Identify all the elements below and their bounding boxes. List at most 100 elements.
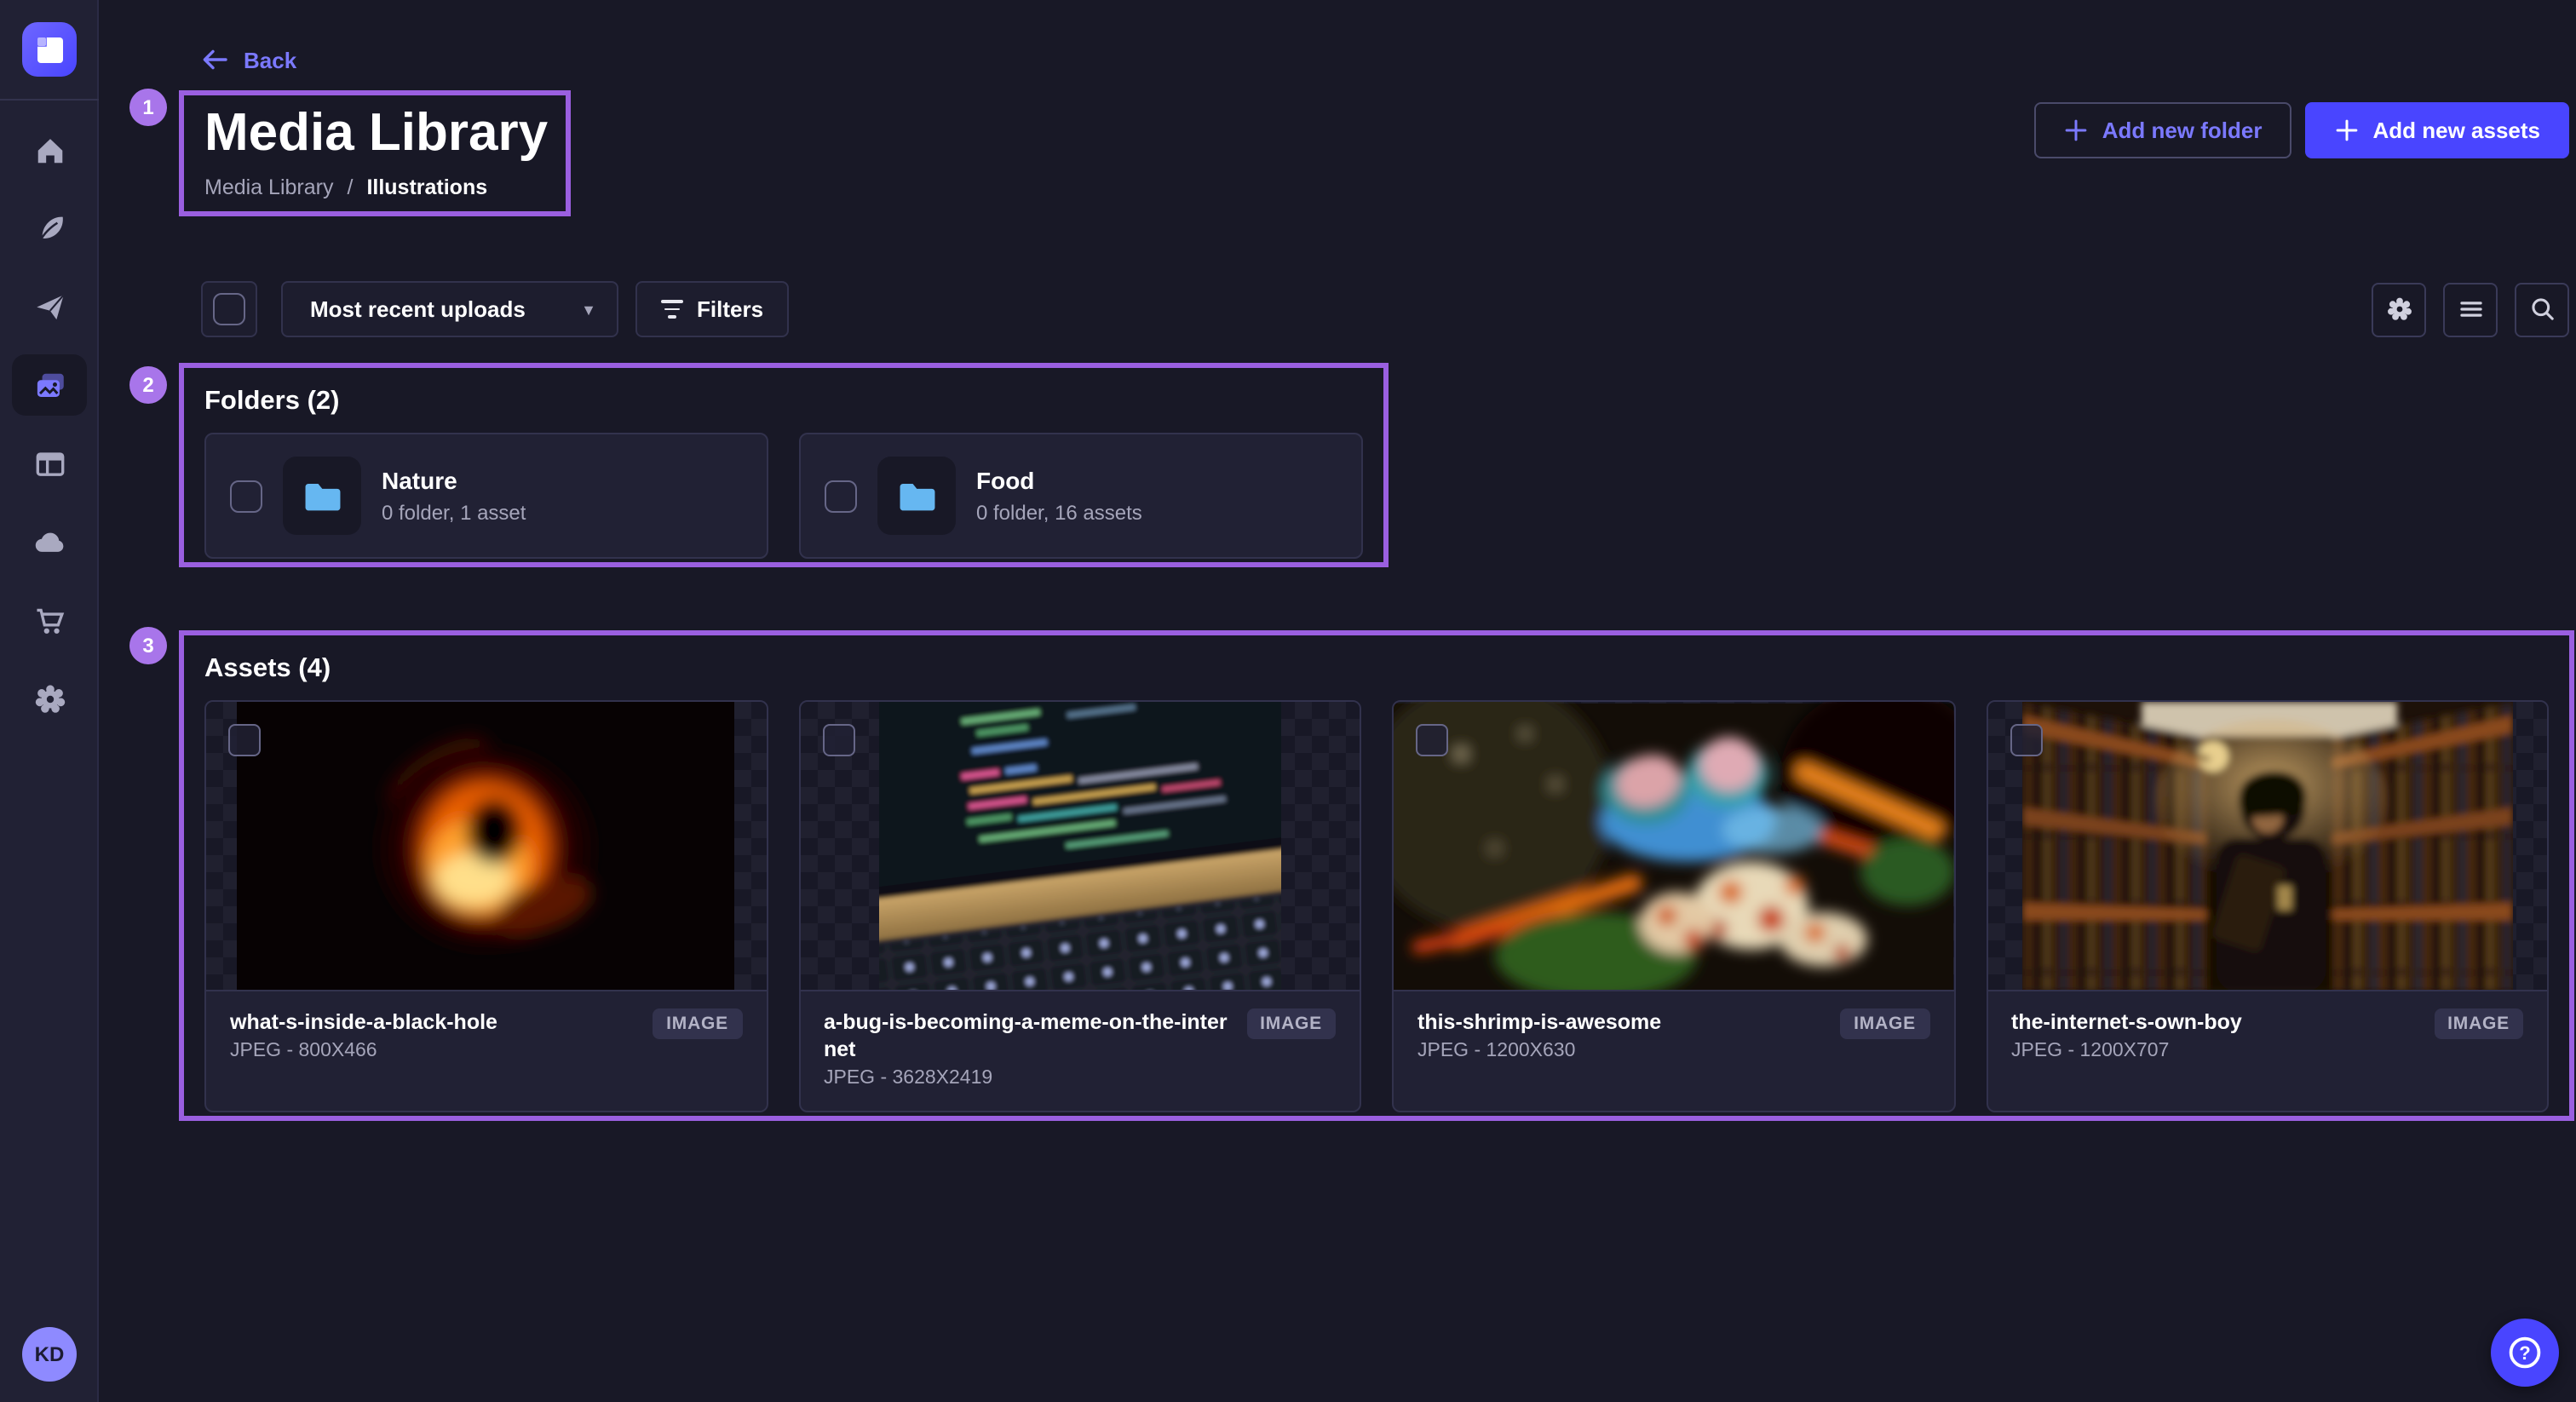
asset-settings-button[interactable]: [2372, 282, 2426, 336]
asset-meta: JPEG - 3628X2419: [824, 1068, 1229, 1089]
asset-checkbox[interactable]: [228, 724, 261, 756]
view-options: [2372, 282, 2569, 336]
toolbar: Most recent uploads ▼ Filters: [201, 281, 2569, 337]
asset-footer: this-shrimp-is-awesome JPEG - 1200X630 I…: [1394, 991, 1953, 1061]
folder-checkbox[interactable]: [230, 480, 262, 512]
asset-thumbnail-mantis-shrimp: [1394, 702, 1953, 991]
cart-icon: [32, 602, 67, 638]
sidebar-divider: [0, 99, 99, 101]
asset-checkbox[interactable]: [2010, 724, 2042, 756]
add-new-assets-button[interactable]: Add new assets: [2304, 102, 2569, 158]
folders-heading: Folders (2): [204, 387, 1363, 417]
filters-label: Filters: [697, 296, 763, 322]
asset-thumbnail-black-hole: [238, 702, 735, 991]
asset-meta: JPEG - 1200X707: [2011, 1041, 2417, 1061]
folder-name: Food: [976, 467, 1142, 494]
layout-icon: [32, 445, 67, 481]
annotation-box-title: Media Library Media Library / Illustrati…: [179, 90, 571, 216]
help-button[interactable]: ?: [2491, 1319, 2559, 1387]
folders-row: Nature 0 folder, 1 asset Food 0 folder, …: [204, 433, 1363, 559]
back-label: Back: [244, 47, 296, 72]
header-actions: Add new folder Add new assets: [2034, 102, 2569, 158]
asset-thumbnail-laptop-code: [879, 702, 1281, 991]
folder-info: Nature 0 folder, 1 asset: [382, 467, 526, 525]
folder-meta: 0 folder, 16 assets: [976, 501, 1142, 525]
asset-footer: what-s-inside-a-black-hole JPEG - 800X46…: [206, 991, 766, 1061]
assets-row: what-s-inside-a-black-hole JPEG - 800X46…: [204, 700, 2549, 1112]
asset-title: this-shrimp-is-awesome: [1417, 1008, 1823, 1036]
add-new-folder-button[interactable]: Add new folder: [2034, 102, 2291, 158]
folder-icon: [301, 474, 343, 517]
back-link[interactable]: Back: [201, 46, 296, 73]
asset-info: what-s-inside-a-black-hole JPEG - 800X46…: [230, 1008, 635, 1061]
asset-thumbnail-library-portrait: [2022, 702, 2513, 991]
sort-dropdown-value: Most recent uploads: [310, 296, 564, 322]
asset-meta: JPEG - 1200X630: [1417, 1041, 1823, 1061]
help-icon: ?: [2506, 1334, 2544, 1371]
sidebar-item-deploy[interactable]: [12, 511, 87, 572]
filters-button[interactable]: Filters: [635, 281, 789, 337]
home-icon: [32, 132, 67, 168]
breadcrumb: Media Library / Illustrations: [204, 175, 487, 199]
plus-icon: [2333, 118, 2359, 143]
asset-info: this-shrimp-is-awesome JPEG - 1200X630: [1417, 1008, 1823, 1061]
annotation-2: 2: [129, 366, 167, 404]
asset-checkbox[interactable]: [1416, 724, 1448, 756]
folder-icon: [895, 474, 938, 517]
asset-media: [206, 702, 766, 991]
asset-media: [1394, 702, 1953, 991]
asset-card-black-hole[interactable]: what-s-inside-a-black-hole JPEG - 800X46…: [204, 700, 768, 1112]
asset-title: what-s-inside-a-black-hole: [230, 1008, 635, 1036]
asset-card-bug-meme[interactable]: a-bug-is-becoming-a-meme-on-the-internet…: [798, 700, 1361, 1112]
feather-icon: [32, 210, 67, 246]
strapi-logo[interactable]: [22, 22, 77, 77]
asset-type-badge: IMAGE: [2434, 1008, 2523, 1039]
chevron-down-icon: ▼: [581, 301, 596, 318]
asset-card-shrimp[interactable]: this-shrimp-is-awesome JPEG - 1200X630 I…: [1392, 700, 1955, 1112]
sidebar-item-home[interactable]: [12, 119, 87, 181]
breadcrumb-current: Illustrations: [366, 175, 487, 199]
breadcrumb-parent[interactable]: Media Library: [204, 175, 333, 199]
search-icon: [2527, 295, 2556, 324]
arrow-left-icon: [201, 46, 228, 73]
sidebar-item-settings[interactable]: [12, 668, 87, 729]
sidebar-item-content-type-builder[interactable]: [12, 198, 87, 259]
folders-section: Folders (2) Nature 0 folder, 1 asset: [179, 363, 1389, 567]
sidebar-item-content-manager[interactable]: [12, 433, 87, 494]
asset-footer: a-bug-is-becoming-a-meme-on-the-internet…: [800, 991, 1360, 1089]
asset-card-internets-own-boy[interactable]: the-internet-s-own-boy JPEG - 1200X707 I…: [1986, 700, 2549, 1112]
folder-tile: [283, 457, 361, 535]
strapi-media-library-app: KD Back 1 Media Library Media Library / …: [0, 0, 2576, 1402]
asset-type-badge: IMAGE: [653, 1008, 742, 1039]
asset-footer: the-internet-s-own-boy JPEG - 1200X707 I…: [1987, 991, 2547, 1061]
sidebar-item-marketplace[interactable]: [12, 589, 87, 651]
media-library-icon: [32, 367, 67, 403]
list-view-button[interactable]: [2443, 282, 2498, 336]
avatar-initials: KD: [35, 1342, 65, 1366]
main-content: Back 1 Media Library Media Library / Ill…: [99, 0, 2576, 1402]
annotation-3: 3: [129, 627, 167, 664]
folder-tile: [877, 457, 956, 535]
assets-section: Assets (4): [179, 630, 2574, 1121]
sort-dropdown[interactable]: Most recent uploads ▼: [281, 281, 618, 337]
select-all-checkbox[interactable]: [213, 293, 245, 325]
asset-info: a-bug-is-becoming-a-meme-on-the-internet…: [824, 1008, 1229, 1089]
asset-type-badge: IMAGE: [1840, 1008, 1929, 1039]
search-button[interactable]: [2515, 282, 2569, 336]
folder-card-nature[interactable]: Nature 0 folder, 1 asset: [204, 433, 768, 559]
folder-checkbox[interactable]: [825, 480, 857, 512]
annotation-1: 1: [129, 89, 167, 126]
sidebar-nav: [0, 119, 99, 746]
gear-icon: [32, 681, 67, 716]
folder-info: Food 0 folder, 16 assets: [976, 467, 1142, 525]
sidebar-item-releases[interactable]: [12, 276, 87, 337]
user-avatar[interactable]: KD: [22, 1327, 77, 1382]
sidebar-item-media-library[interactable]: [12, 354, 87, 416]
add-new-assets-label: Add new assets: [2372, 118, 2540, 143]
asset-meta: JPEG - 800X466: [230, 1041, 635, 1061]
folder-card-food[interactable]: Food 0 folder, 16 assets: [799, 433, 1363, 559]
asset-checkbox[interactable]: [822, 724, 854, 756]
annotation-3-number: 3: [142, 634, 153, 658]
folder-name: Nature: [382, 467, 526, 494]
annotation-2-number: 2: [142, 373, 153, 397]
